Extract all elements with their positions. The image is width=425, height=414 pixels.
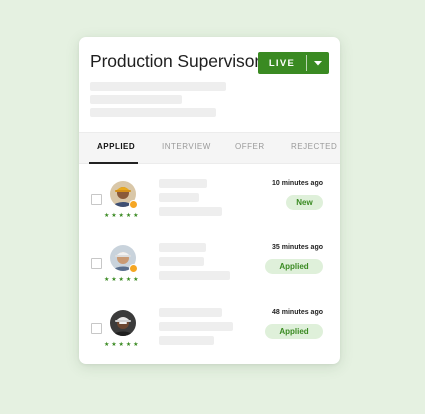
tab-interview[interactable]: INTERVIEW <box>162 142 211 151</box>
applied-time: 10 minutes ago <box>272 180 323 187</box>
active-tab-indicator <box>89 162 138 164</box>
candidate-name-placeholder <box>159 308 222 317</box>
candidate-row[interactable]: ★★★★★ 48 minutes ago Applied <box>79 307 340 361</box>
status-badge: New <box>286 195 323 210</box>
status-badge: Applied <box>265 259 323 274</box>
live-status-label: LIVE <box>268 57 296 69</box>
candidate-checkbox[interactable] <box>91 194 102 205</box>
pipeline-tabs: APPLIED INTERVIEW OFFER REJECTED <box>79 132 340 164</box>
tab-offer[interactable]: OFFER <box>235 142 265 151</box>
candidate-checkbox[interactable] <box>91 323 102 334</box>
verified-badge-icon <box>129 264 138 273</box>
tab-applied[interactable]: APPLIED <box>97 142 135 151</box>
candidate-row[interactable]: ★★★★★ 10 minutes ago New <box>79 178 340 232</box>
candidate-detail-placeholder <box>159 322 233 331</box>
live-status-button[interactable]: LIVE <box>258 52 329 74</box>
header-placeholder-line <box>90 82 226 91</box>
candidate-detail-placeholder <box>159 271 230 280</box>
job-card: Production Supervisor LIVE APPLIED INTER… <box>79 37 340 364</box>
candidate-detail-placeholder <box>159 193 199 202</box>
rating-stars: ★★★★★ <box>104 342 141 348</box>
avatar <box>110 310 136 336</box>
candidate-name-placeholder <box>159 179 207 188</box>
candidate-row[interactable]: ★★★★★ 35 minutes ago Applied <box>79 242 340 296</box>
candidate-name-placeholder <box>159 243 206 252</box>
candidate-detail-placeholder <box>159 336 214 345</box>
candidate-checkbox[interactable] <box>91 258 102 269</box>
verified-badge-icon <box>129 200 138 209</box>
candidate-detail-placeholder <box>159 207 222 216</box>
tab-rejected[interactable]: REJECTED <box>291 142 337 151</box>
header-placeholder-line <box>90 95 182 104</box>
chevron-down-icon[interactable] <box>307 52 329 74</box>
status-badge: Applied <box>265 324 323 339</box>
applied-time: 48 minutes ago <box>272 309 323 316</box>
applied-time: 35 minutes ago <box>272 244 323 251</box>
candidate-detail-placeholder <box>159 257 204 266</box>
header-placeholder-line <box>90 108 216 117</box>
rating-stars: ★★★★★ <box>104 213 141 219</box>
job-title: Production Supervisor <box>90 51 261 71</box>
rating-stars: ★★★★★ <box>104 277 141 283</box>
